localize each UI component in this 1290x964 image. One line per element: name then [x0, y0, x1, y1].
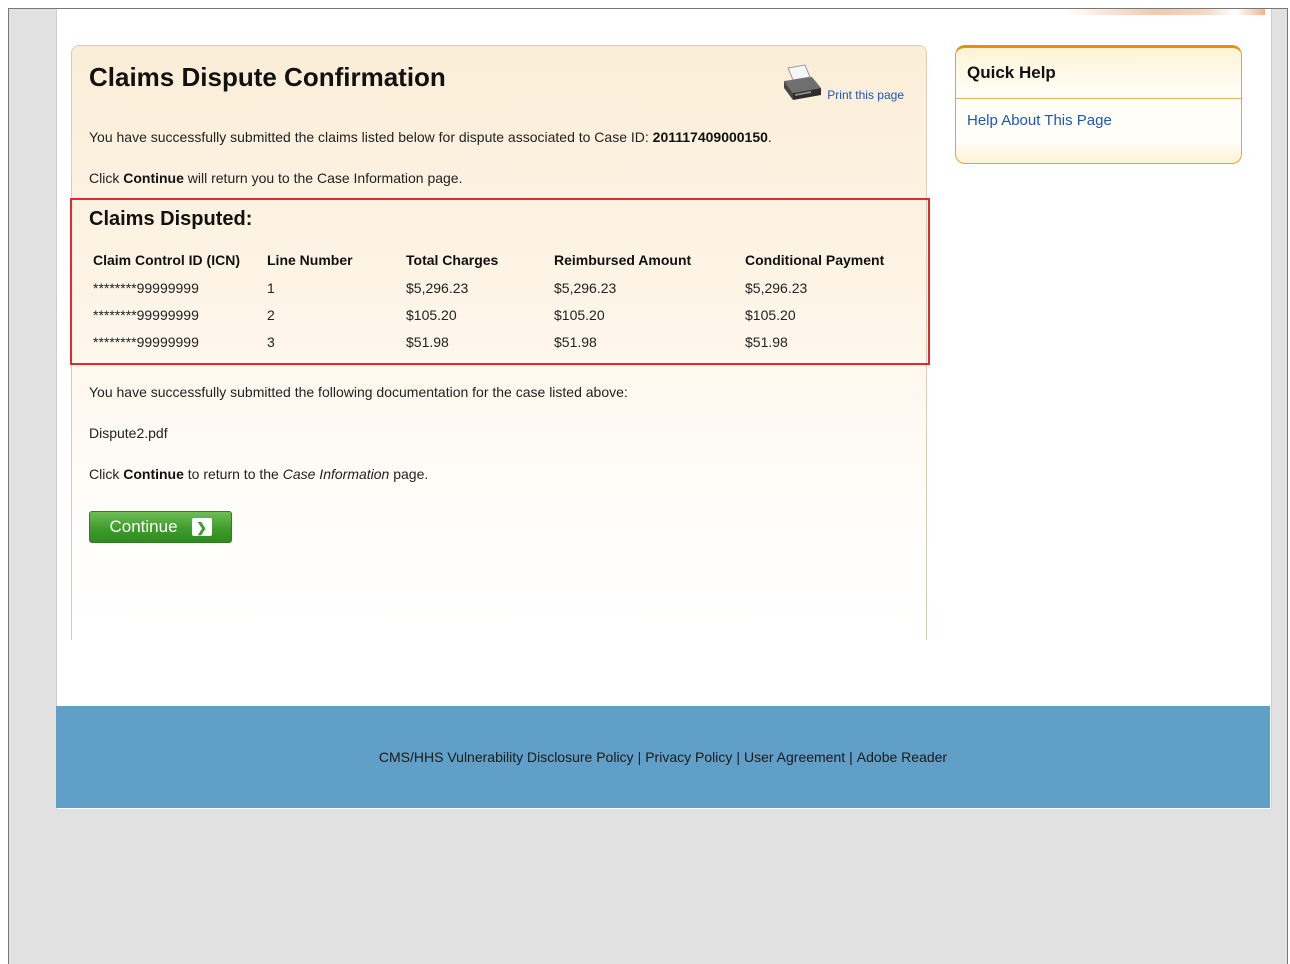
table-cell: $105.20 [554, 307, 605, 323]
table-row: ********99999999 2 $105.20 $105.20 $105.… [93, 307, 915, 334]
footer-link-adobe-reader[interactable]: Adobe Reader [857, 749, 947, 765]
footer-link-user-agreement[interactable]: User Agreement [744, 749, 845, 765]
print-page-link[interactable]: Print this page [781, 64, 904, 104]
column-header: Total Charges [406, 252, 499, 268]
document-file-name: Dispute2.pdf [89, 425, 168, 441]
column-header: Claim Control ID (ICN) [93, 252, 240, 268]
column-header: Reimbursed Amount [554, 252, 692, 268]
table-cell: $5,296.23 [406, 280, 469, 296]
footer-link-vulnerability-policy[interactable]: CMS/HHS Vulnerability Disclosure Policy [379, 749, 634, 765]
intro-text: You have successfully submitted the clai… [89, 129, 772, 145]
claims-table: Claim Control ID (ICN) Line Number Total… [93, 252, 915, 361]
table-cell: $105.20 [406, 307, 457, 323]
claims-disputed-heading: Claims Disputed: [89, 208, 253, 230]
table-row: ********99999999 3 $51.98 $51.98 $51.98 [93, 334, 915, 361]
page-title: Claims Dispute Confirmation [89, 62, 446, 92]
arrow-right-icon: ❯ [191, 518, 212, 536]
table-cell: 2 [267, 307, 275, 323]
table-cell: $51.98 [745, 334, 788, 350]
claims-disputed-section: Claims Disputed: Claim Control ID (ICN) … [70, 198, 930, 365]
continue-info-text: Click Continue will return you to the Ca… [89, 170, 463, 186]
table-cell: $105.20 [745, 307, 796, 323]
printer-icon [784, 64, 822, 100]
header-decoration [1065, 9, 1265, 15]
documentation-text: You have successfully submitted the foll… [89, 384, 628, 400]
table-cell: $51.98 [406, 334, 449, 350]
column-header: Line Number [267, 252, 353, 268]
viewport-frame: Claims Dispute Confirmation Print this p… [8, 8, 1288, 964]
table-cell: 3 [267, 334, 275, 350]
footer-link-privacy-policy[interactable]: Privacy Policy [645, 749, 732, 765]
table-header-row: Claim Control ID (ICN) Line Number Total… [93, 252, 915, 280]
table-cell: ********99999999 [93, 307, 199, 323]
quick-help-divider [956, 98, 1241, 99]
table-cell: $51.98 [554, 334, 597, 350]
table-cell: 1 [267, 280, 275, 296]
table-cell: ********99999999 [93, 334, 199, 350]
case-id: 201117409000150 [652, 129, 768, 145]
column-header: Conditional Payment [745, 252, 885, 268]
table-cell: $5,296.23 [554, 280, 617, 296]
footer-separator: | [637, 749, 642, 765]
table-row: ********99999999 1 $5,296.23 $5,296.23 $… [93, 280, 915, 307]
print-page-label: Print this page [827, 88, 904, 102]
quick-help-title: Quick Help [967, 63, 1056, 82]
footer-separator: | [849, 749, 853, 765]
footer: CMS/HHS Vulnerability Disclosure Policy … [56, 706, 1270, 808]
table-cell: ********99999999 [93, 280, 199, 296]
continue-button[interactable]: Continue ❯ [89, 511, 232, 543]
table-cell: $5,296.23 [745, 280, 808, 296]
quick-help-panel: Quick Help Help About This Page [955, 45, 1242, 164]
footer-separator: | [736, 749, 740, 765]
help-about-page-link[interactable]: Help About This Page [967, 112, 1112, 129]
main-panel: Claims Dispute Confirmation Print this p… [70, 45, 930, 640]
continue-button-label: Continue [109, 517, 178, 536]
page-container: Claims Dispute Confirmation Print this p… [56, 9, 1272, 809]
return-instruction-text: Click Continue to return to the Case Inf… [89, 466, 429, 482]
